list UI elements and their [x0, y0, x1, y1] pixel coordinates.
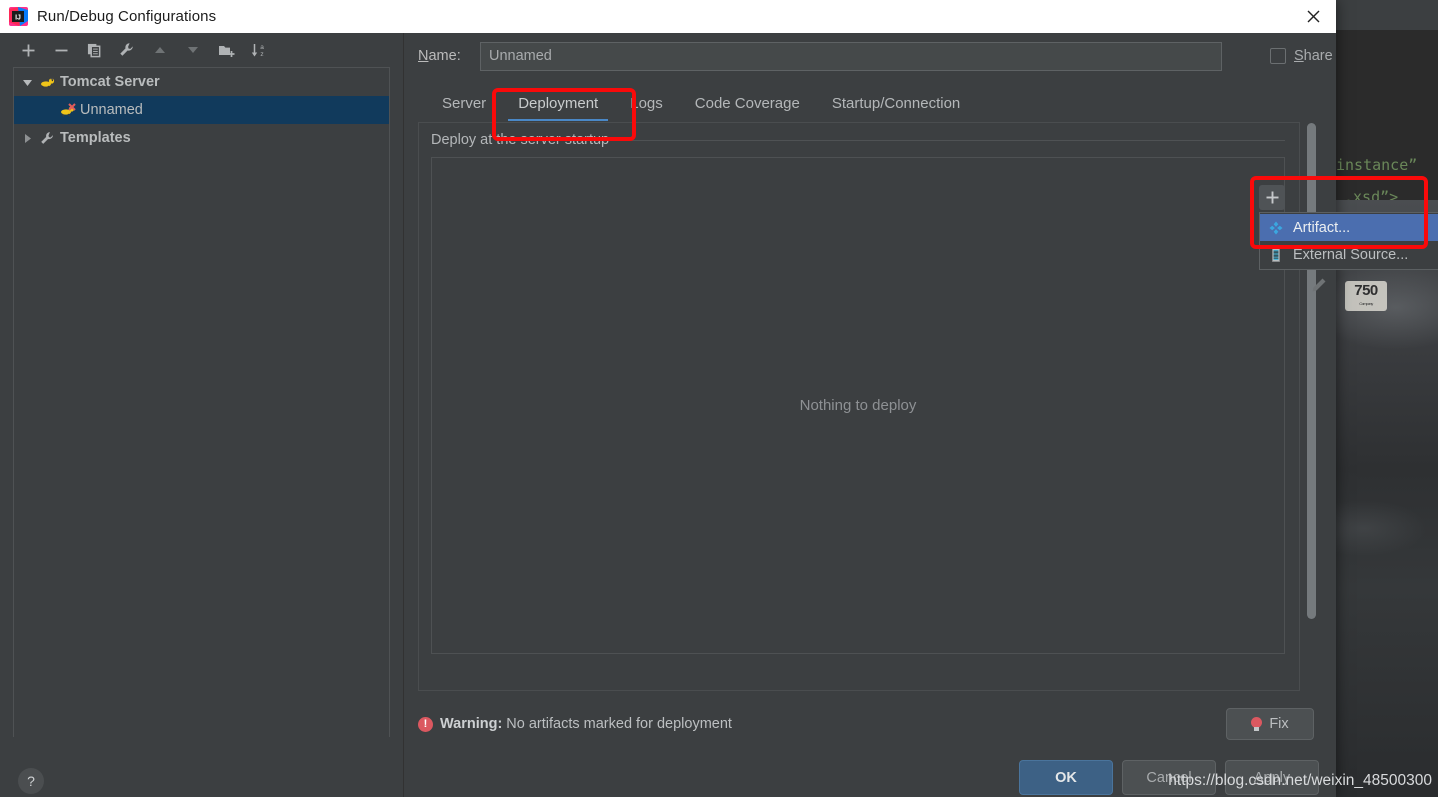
- wallpaper-license-plate: 750 Company: [1345, 281, 1387, 311]
- wrench-icon: [40, 131, 60, 146]
- help-icon[interactable]: ?: [18, 768, 44, 794]
- share-label-mnemonic: S: [1294, 48, 1304, 64]
- tree-item-unnamed[interactable]: Unnamed: [14, 96, 389, 124]
- tree-item-label: Templates: [60, 130, 131, 146]
- copy-configuration-icon[interactable]: [80, 37, 108, 63]
- menu-item-label: Artifact...: [1293, 219, 1351, 236]
- share-checkbox-row[interactable]: Share: [1270, 48, 1333, 64]
- tomcat-error-icon: [60, 102, 80, 118]
- move-down-button[interactable]: [179, 37, 207, 63]
- share-checkbox[interactable]: [1270, 48, 1286, 64]
- configurations-toolbar: a z: [0, 33, 403, 67]
- section-divider: [619, 139, 1285, 141]
- tab-deployment[interactable]: Deployment: [502, 95, 614, 121]
- run-debug-configurations-dialog: IJ Run/Debug Configurations a z Tomcat S…: [0, 0, 1336, 797]
- ok-button[interactable]: OK: [1019, 760, 1113, 795]
- deployment-tab-content: Deploy at the server startup Nothing to …: [418, 122, 1300, 691]
- tree-item-label: Unnamed: [80, 102, 143, 118]
- pencil-icon[interactable]: [1306, 272, 1332, 298]
- add-deployment-popup-menu[interactable]: Artifact... External Source...: [1259, 212, 1438, 270]
- warning-message: No artifacts marked for deployment: [506, 716, 732, 732]
- close-icon[interactable]: [1290, 0, 1336, 33]
- tab-logs[interactable]: Logs: [614, 95, 679, 121]
- share-label-rest: hare: [1303, 48, 1333, 64]
- add-configuration-button[interactable]: [14, 37, 42, 63]
- expand-arrow-down-icon[interactable]: [22, 77, 40, 88]
- name-label-rest: ame:: [428, 48, 461, 64]
- remove-configuration-button[interactable]: [47, 37, 75, 63]
- dialog-body: a z Tomcat Server Unnamed Templates ? Na…: [0, 33, 1336, 797]
- wrench-icon[interactable]: [113, 37, 141, 63]
- artifact-icon: [1268, 221, 1284, 235]
- deploy-section-label: Deploy at the server startup: [431, 132, 610, 148]
- name-label: Name:: [418, 48, 480, 64]
- create-folder-icon[interactable]: [212, 37, 240, 63]
- watermark-text: https://blog.csdn.net/weixin_48500300: [1168, 772, 1432, 789]
- fix-button[interactable]: Fix: [1226, 708, 1314, 740]
- deployment-list[interactable]: Nothing to deploy: [431, 157, 1285, 654]
- warning-row: ! Warning: No artifacts marked for deplo…: [418, 707, 1314, 741]
- name-row: Name: Share: [404, 33, 1336, 79]
- svg-text:IJ: IJ: [15, 15, 21, 22]
- tomcat-icon: [40, 75, 60, 89]
- tree-item-label: Tomcat Server: [60, 74, 160, 90]
- add-artifact-button[interactable]: [1259, 185, 1285, 210]
- menu-item-external-source[interactable]: External Source...: [1260, 241, 1438, 268]
- plate-subtext: Company: [1359, 301, 1373, 306]
- svg-text:z: z: [260, 51, 263, 58]
- configurations-sidebar: a z Tomcat Server Unnamed Templates ?: [0, 33, 404, 797]
- tree-item-templates[interactable]: Templates: [14, 124, 389, 152]
- deploy-section-header: Deploy at the server startup: [431, 132, 1285, 148]
- configuration-editor-panel: Name: Share Server Deployment Logs Code …: [404, 33, 1336, 797]
- configurations-tree[interactable]: Tomcat Server Unnamed Templates: [13, 67, 390, 737]
- intellij-idea-logo-icon: IJ: [9, 7, 28, 26]
- background-code-line-1: instance”: [1336, 156, 1418, 174]
- error-icon: !: [418, 716, 433, 732]
- tab-startup-connection[interactable]: Startup/Connection: [816, 95, 976, 121]
- svg-text:a: a: [260, 44, 264, 51]
- warning-prefix: Warning:: [440, 716, 503, 732]
- tab-code-coverage[interactable]: Code Coverage: [679, 95, 816, 121]
- expand-arrow-right-icon[interactable]: [22, 133, 40, 144]
- lightbulb-icon: [1251, 717, 1263, 731]
- fix-button-label: Fix: [1269, 716, 1289, 732]
- tab-server[interactable]: Server: [426, 95, 502, 121]
- tree-item-tomcat-server[interactable]: Tomcat Server: [14, 68, 389, 96]
- deployment-toolbar-spacer: [1306, 128, 1332, 154]
- external-source-icon: [1268, 247, 1284, 262]
- name-input[interactable]: [480, 41, 1222, 71]
- configuration-tabs[interactable]: Server Deployment Logs Code Coverage Sta…: [404, 79, 1336, 121]
- empty-state-text: Nothing to deploy: [799, 397, 917, 414]
- move-up-button[interactable]: [146, 37, 174, 63]
- dialog-title: Run/Debug Configurations: [37, 8, 217, 25]
- dialog-titlebar: IJ Run/Debug Configurations: [0, 0, 1336, 33]
- menu-item-artifact[interactable]: Artifact...: [1260, 214, 1438, 241]
- menu-item-label: External Source...: [1293, 246, 1409, 263]
- share-label: Share: [1294, 48, 1333, 64]
- sort-alpha-icon[interactable]: a z: [245, 37, 273, 63]
- name-label-mnemonic: N: [418, 48, 429, 64]
- plate-number: 750: [1354, 282, 1378, 299]
